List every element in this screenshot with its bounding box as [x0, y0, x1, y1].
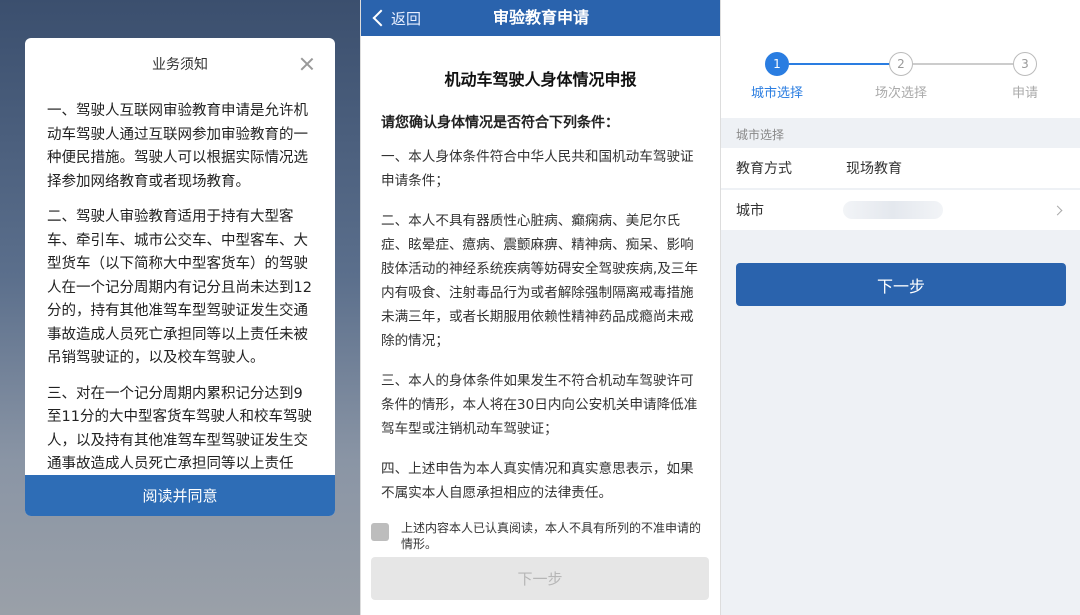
step-connector	[913, 63, 1013, 65]
declaration-paragraph: 二、本人不具有器质性心脏病、癫痫病、美尼尔氏症、眩晕症、癔病、震颤麻痹、精神病、…	[381, 213, 698, 349]
city-label: 城市	[736, 203, 764, 219]
back-label: 返回	[391, 9, 422, 28]
health-declaration-screen: 返回 审验教育申请 机动车驾驶人身体情况申报 请您确认身体情况是否符合下列条件：…	[360, 0, 720, 615]
back-button[interactable]: 返回	[369, 0, 421, 36]
document-subtitle: 请您确认身体情况是否符合下列条件：	[381, 115, 619, 131]
section-label: 城市选择	[736, 128, 785, 142]
step-3-circle: 3	[1013, 52, 1037, 76]
city-selection-screen: 返回 审验教育申请 1 2 3 城市选择 场次选择 申请 城市选择 教育方式 现…	[720, 0, 1080, 615]
chevron-right-icon	[1052, 205, 1063, 215]
notice-paragraph: 三、对在一个记分周期内累积记分达到9至11分的大中型客货车驾驶人和校车驾驶人，以…	[47, 385, 312, 473]
step-indicator: 1 2 3 城市选择 场次选择 申请	[721, 0, 1080, 118]
agree-text: 上述内容本人已认真阅读，本人不具有所列的不准申请的情形。	[401, 521, 702, 551]
nav-bar: 返回 审验教育申请	[361, 0, 720, 36]
document-title: 机动车驾驶人身体情况申报	[444, 70, 637, 89]
city-value-redacted	[843, 201, 943, 219]
step-2-label: 场次选择	[874, 86, 927, 101]
notice-dialog: 业务须知 一、驾驶人互联网审验教育申请是允许机动车驾驶人通过互联网参加审验教育的…	[25, 38, 335, 516]
step-2-circle: 2	[889, 52, 913, 76]
declaration-content: 一、本人身体条件符合中华人民共和国机动车驾驶证申请条件； 二、本人不具有器质性心…	[381, 145, 707, 521]
declaration-paragraph: 一、本人身体条件符合中华人民共和国机动车驾驶证申请条件；	[381, 149, 694, 189]
agree-checkbox-row[interactable]: 上述内容本人已认真阅读，本人不具有所列的不准申请的情形。	[371, 520, 711, 552]
declaration-paragraph: 三、本人的身体条件如果发生不符合机动车驾驶许可条件的情形，本人将在30日内向公安…	[381, 373, 698, 437]
read-and-agree-button[interactable]: 阅读并同意	[25, 475, 335, 516]
education-mode-row: 教育方式 现场教育	[721, 148, 1080, 188]
notice-content[interactable]: 一、驾驶人互联网审验教育申请是允许机动车驾驶人通过互联网参加审验教育的一种便民措…	[47, 100, 315, 475]
education-mode-label: 教育方式	[736, 161, 792, 177]
step-3-label: 申请	[1011, 86, 1038, 101]
dialog-title: 业务须知	[152, 57, 208, 73]
education-mode-value: 现场教育	[846, 161, 902, 177]
agree-checkbox[interactable]	[371, 523, 389, 541]
notice-paragraph: 一、驾驶人互联网审验教育申请是允许机动车驾驶人通过互联网参加审验教育的一种便民措…	[47, 103, 308, 190]
close-icon[interactable]	[299, 56, 315, 72]
step-connector	[789, 63, 901, 65]
step-1-circle: 1	[765, 52, 789, 76]
next-step-button-disabled[interactable]: 下一步	[371, 557, 709, 600]
declaration-paragraph: 四、上述申告为本人真实情况和真实意思表示，如果不属实本人自愿承担相应的法律责任。	[381, 461, 694, 501]
step-1-label: 城市选择	[750, 86, 803, 101]
next-step-button[interactable]: 下一步	[736, 263, 1066, 306]
notice-paragraph: 二、驾驶人审验教育适用于持有大型客车、牵引车、城市公交车、中型客车、大型货车（以…	[47, 209, 312, 366]
chevron-left-icon	[372, 9, 390, 27]
notice-screen: 业务须知 一、驾驶人互联网审验教育申请是允许机动车驾驶人通过互联网参加审验教育的…	[0, 0, 360, 615]
city-row[interactable]: 城市	[721, 190, 1080, 230]
